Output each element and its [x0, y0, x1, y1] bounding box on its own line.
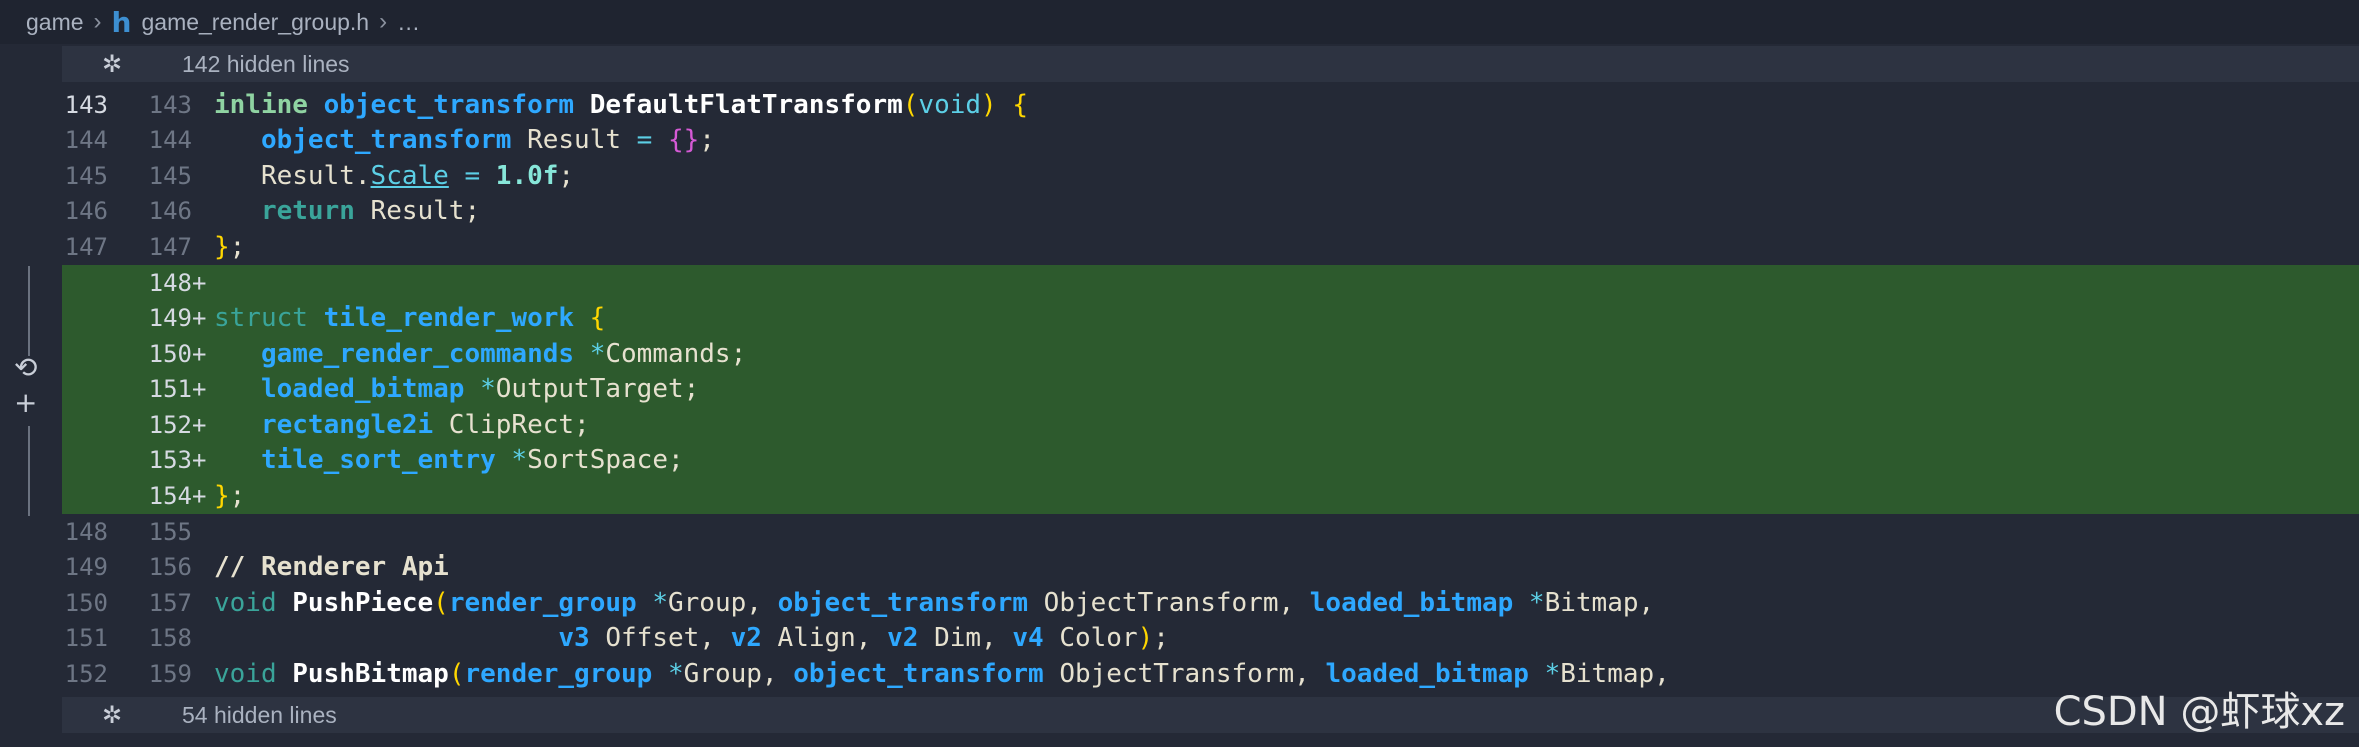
- hidden-lines-label: 142 hidden lines: [182, 50, 350, 77]
- new-line-number: 143: [148, 90, 192, 119]
- breadcrumb-file[interactable]: game_render_group.h: [141, 9, 369, 36]
- diff-add-marker: +: [192, 304, 207, 333]
- undo-icon[interactable]: ⟲: [14, 351, 37, 384]
- old-line-number: 152: [64, 659, 108, 688]
- old-line-number: 150: [64, 588, 108, 617]
- member-link[interactable]: Scale: [371, 161, 449, 191]
- code-text: };: [214, 231, 246, 262]
- diff-add-marker: +: [192, 268, 207, 297]
- code-line: 152 159 void PushBitmap(render_group *Gr…: [62, 656, 2359, 692]
- new-line-number: 158: [148, 624, 192, 653]
- code-text: Result.Scale = 1.0f;: [260, 160, 575, 191]
- header-file-icon: h: [111, 5, 132, 39]
- added-code-line: 151 + loaded_bitmap *OutputTarget;: [62, 371, 2359, 407]
- diff-add-marker: +: [192, 410, 207, 439]
- code-line: 144 144 object_transform Result = {};: [62, 123, 2359, 159]
- change-bar: [28, 426, 30, 516]
- code-line: 146 146 return Result;: [62, 194, 2359, 230]
- added-code-line: 154 + };: [62, 478, 2359, 514]
- chevron-right-icon: ›: [93, 8, 102, 35]
- hidden-lines-bottom[interactable]: ✲ 54 hidden lines: [62, 697, 2359, 733]
- old-line-number: 149: [64, 553, 108, 582]
- new-line-number: 153: [148, 446, 192, 475]
- code-line: 150 157 void PushPiece(render_group *Gro…: [62, 585, 2359, 621]
- new-line-number: 155: [148, 517, 192, 546]
- code-text: inline object_transform DefaultFlatTrans…: [214, 89, 1029, 120]
- new-line-number: 146: [148, 197, 192, 226]
- code-text: struct tile_render_work {: [214, 303, 606, 334]
- code-text: rectangle2i ClipRect;: [260, 409, 590, 440]
- breadcrumb: game › h game_render_group.h › …: [0, 0, 2359, 44]
- code-text: loaded_bitmap *OutputTarget;: [260, 374, 700, 405]
- hidden-lines-label: 54 hidden lines: [182, 701, 337, 728]
- breadcrumb-folder[interactable]: game: [26, 9, 84, 36]
- change-bar: [28, 266, 30, 356]
- new-line-number: 150: [148, 339, 192, 368]
- old-line-number: 143: [64, 90, 108, 119]
- code-text: object_transform Result = {};: [260, 125, 715, 156]
- code-line: 148 155: [62, 514, 2359, 550]
- added-code-line: 152 + rectangle2i ClipRect;: [62, 407, 2359, 443]
- new-line-number: 157: [148, 588, 192, 617]
- diff-add-marker: +: [192, 339, 207, 368]
- new-line-number: 159: [148, 659, 192, 688]
- added-code-line: 148 +: [62, 265, 2359, 301]
- old-line-number: 151: [64, 624, 108, 653]
- old-line-number: 148: [64, 517, 108, 546]
- new-line-number: 145: [148, 161, 192, 190]
- code-text: void PushPiece(render_group *Group, obje…: [214, 587, 1655, 618]
- new-line-number: 144: [148, 126, 192, 155]
- breadcrumb-more[interactable]: …: [397, 9, 420, 36]
- plus-icon[interactable]: +: [14, 386, 37, 419]
- added-code-line: 153 + tile_sort_entry *SortSpace;: [62, 442, 2359, 478]
- added-code-line: 150 + game_render_commands *Commands;: [62, 336, 2359, 372]
- code-line: 149 156 // Renderer Api: [62, 550, 2359, 586]
- hidden-lines-top[interactable]: ✲ 142 hidden lines: [62, 46, 2359, 82]
- code-text: game_render_commands *Commands;: [260, 338, 747, 369]
- new-line-number: 152: [148, 410, 192, 439]
- new-line-number: 149: [148, 304, 192, 333]
- new-line-number: 154: [148, 481, 192, 510]
- new-line-number: 147: [148, 232, 192, 261]
- diff-add-marker: +: [192, 446, 207, 475]
- unfold-icon[interactable]: ✲: [62, 50, 162, 78]
- old-line-number: 144: [64, 126, 108, 155]
- code-text: v3 Offset, v2 Align, v2 Dim, v4 Color);: [558, 623, 1169, 654]
- code-line: 147 147 };: [62, 229, 2359, 265]
- new-line-number: 151: [148, 375, 192, 404]
- code-text: };: [214, 480, 246, 511]
- code-line: 143 143 inline object_transform DefaultF…: [62, 87, 2359, 123]
- code-text: return Result;: [260, 196, 481, 227]
- diff-add-marker: +: [192, 481, 207, 510]
- code-line: 145 145 Result.Scale = 1.0f;: [62, 158, 2359, 194]
- code-text: void PushBitmap(render_group *Group, obj…: [214, 658, 1670, 689]
- chevron-right-icon: ›: [379, 8, 388, 35]
- new-line-number: 156: [148, 553, 192, 582]
- old-line-number: 147: [64, 232, 108, 261]
- diff-add-marker: +: [192, 375, 207, 404]
- added-code-line: 149 + struct tile_render_work {: [62, 300, 2359, 336]
- code-text: tile_sort_entry *SortSpace;: [260, 445, 684, 476]
- new-line-number: 148: [148, 268, 192, 297]
- old-line-number: 145: [64, 161, 108, 190]
- old-line-number: 146: [64, 197, 108, 226]
- code-line: 151 158 v3 Offset, v2 Align, v2 Dim, v4 …: [62, 621, 2359, 657]
- unfold-icon[interactable]: ✲: [62, 701, 162, 729]
- code-text: // Renderer Api: [214, 552, 449, 583]
- watermark: CSDN @虾球xz: [2053, 689, 2345, 735]
